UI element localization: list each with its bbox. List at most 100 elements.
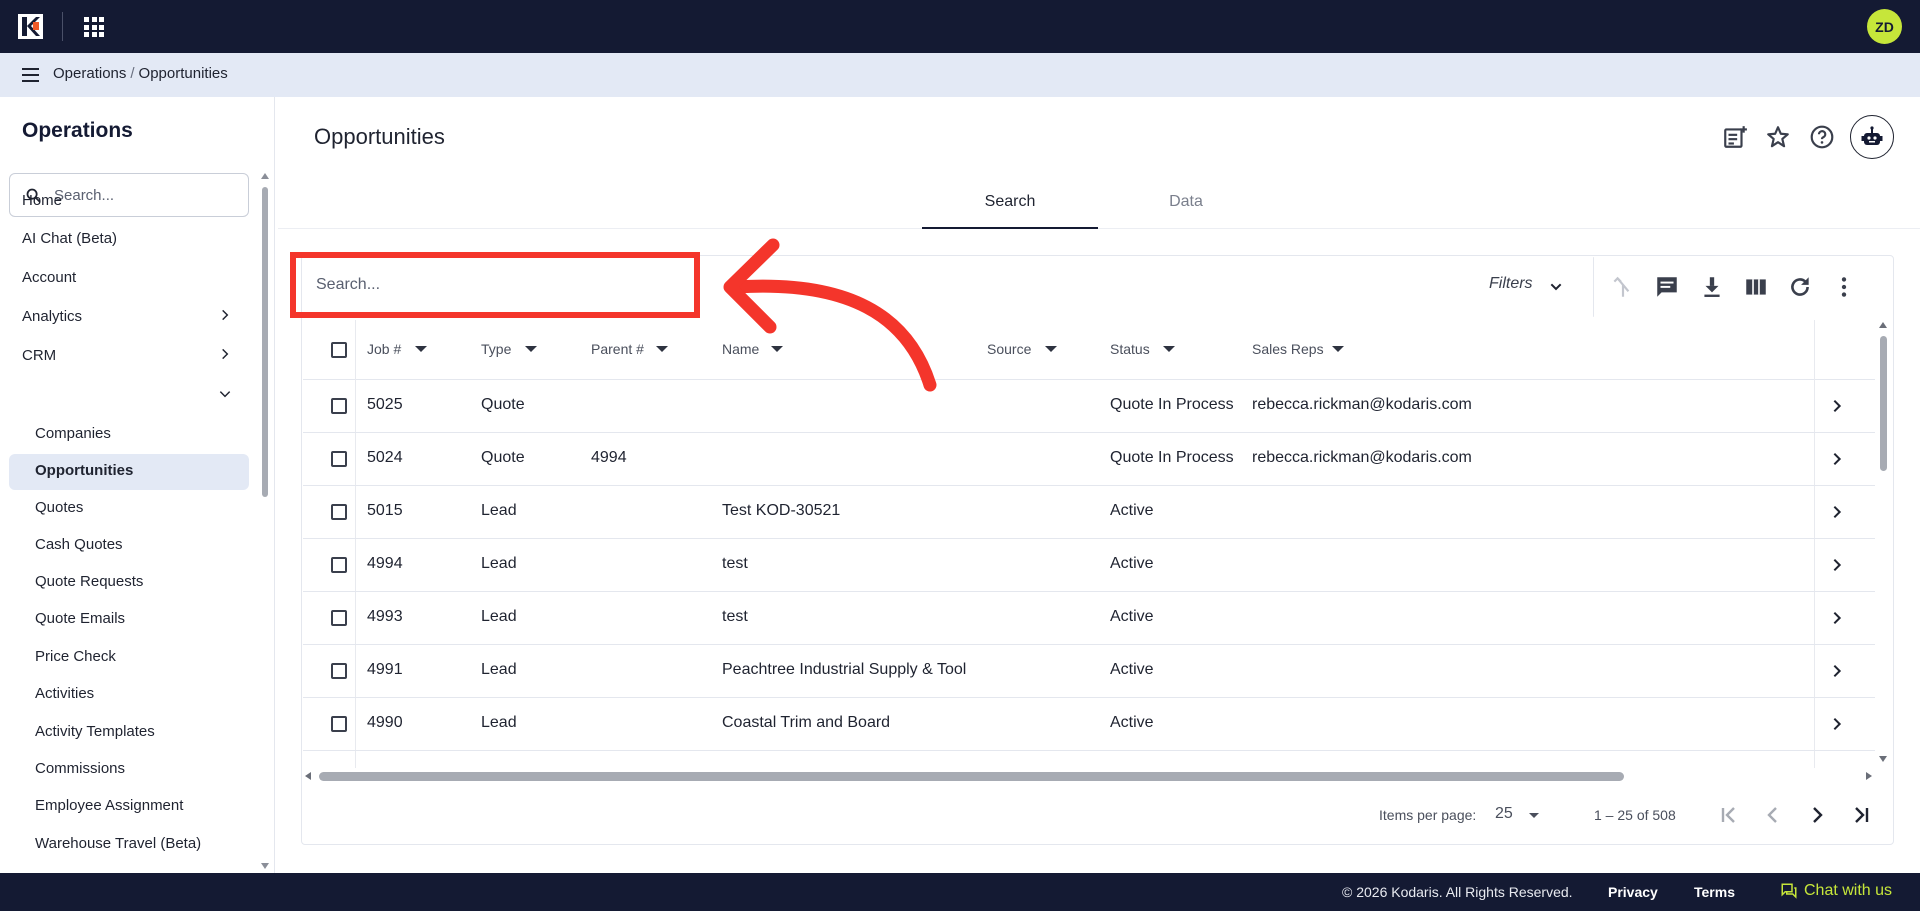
last-page-icon[interactable] — [1849, 803, 1873, 827]
sidebar-scroll-thumb[interactable] — [262, 187, 268, 497]
sidebar-item-companies[interactable]: Companies — [35, 425, 111, 445]
sidebar-item-ai-chat[interactable]: AI Chat (Beta) — [22, 230, 117, 250]
sort-caret-icon[interactable] — [525, 346, 537, 352]
sidebar-item-warehouse-travel[interactable]: Warehouse Travel (Beta) — [35, 835, 201, 855]
select-all-checkbox[interactable] — [331, 342, 347, 358]
terms-link[interactable]: Terms — [1694, 884, 1735, 900]
sort-caret-icon[interactable] — [1332, 346, 1344, 352]
refresh-icon[interactable] — [1787, 274, 1813, 300]
sort-caret-icon[interactable] — [415, 346, 427, 352]
chevron-right-icon[interactable] — [1829, 716, 1845, 732]
table-row[interactable]: 5024 Quote 4994 Quote In Process rebecca… — [303, 433, 1875, 486]
sidebar-scrollbar[interactable] — [259, 173, 271, 873]
grid-horizontal-scroll-thumb[interactable] — [319, 772, 1624, 781]
cell-name: test — [722, 555, 748, 572]
column-header-type[interactable]: Type — [481, 341, 511, 357]
row-checkbox[interactable] — [331, 557, 347, 573]
chevron-right-icon[interactable] — [1829, 663, 1845, 679]
merge-icon[interactable] — [1610, 274, 1636, 300]
more-vertical-icon[interactable] — [1831, 274, 1857, 300]
table-row[interactable]: 4991 Lead Peachtree Industrial Supply & … — [303, 645, 1875, 698]
privacy-link[interactable]: Privacy — [1608, 884, 1658, 900]
kodaris-logo[interactable] — [18, 14, 43, 39]
sidebar-item-opportunities[interactable]: Opportunities — [35, 462, 133, 482]
chevron-right-icon[interactable] — [1829, 557, 1845, 573]
apps-grid-icon[interactable] — [84, 17, 104, 37]
sidebar-item-activities[interactable]: Activities — [35, 685, 94, 705]
sidebar-item-commissions[interactable]: Commissions — [35, 760, 125, 780]
tab-search[interactable]: Search — [922, 184, 1098, 229]
hamburger-menu-icon[interactable] — [22, 68, 39, 82]
sidebar-item-crm[interactable]: CRM — [22, 347, 56, 367]
breadcrumb-root[interactable]: Operations — [53, 65, 126, 82]
filters-button[interactable]: Filters — [1489, 275, 1533, 293]
sidebar-item-home[interactable]: Home — [22, 192, 62, 212]
sidebar-item-account[interactable]: Account — [22, 269, 76, 289]
sidebar-item-activity-templates[interactable]: Activity Templates — [35, 723, 155, 743]
sidebar-search-input[interactable] — [54, 184, 234, 206]
row-checkbox[interactable] — [331, 451, 347, 467]
sort-caret-icon[interactable] — [1045, 346, 1057, 352]
chevron-right-icon[interactable] — [1829, 610, 1845, 626]
scroll-up-arrow-icon[interactable] — [1879, 322, 1887, 328]
sort-caret-icon[interactable] — [656, 346, 668, 352]
row-checkbox[interactable] — [331, 663, 347, 679]
chevron-down-icon[interactable] — [1548, 279, 1564, 295]
sidebar-item-quote-emails[interactable]: Quote Emails — [35, 610, 125, 630]
scroll-right-arrow-icon[interactable] — [1866, 772, 1872, 780]
column-header-sales-reps[interactable]: Sales Reps — [1252, 341, 1324, 357]
sidebar-item-employee-assignment[interactable]: Employee Assignment — [35, 797, 183, 817]
scroll-up-arrow-icon[interactable] — [261, 173, 269, 179]
dropdown-caret-icon[interactable] — [1529, 813, 1539, 818]
ai-assistant-button[interactable] — [1850, 115, 1894, 159]
chevron-right-icon[interactable] — [1829, 398, 1845, 414]
sidebar-item-price-check[interactable]: Price Check — [35, 648, 116, 668]
sidebar-item-analytics[interactable]: Analytics — [22, 308, 82, 328]
next-page-icon[interactable] — [1805, 803, 1829, 827]
tab-data[interactable]: Data — [1098, 184, 1274, 229]
row-checkbox[interactable] — [331, 504, 347, 520]
chevron-right-icon[interactable] — [218, 308, 232, 322]
column-header-parent[interactable]: Parent # — [591, 341, 644, 357]
sort-caret-icon[interactable] — [1163, 346, 1175, 352]
grid-vertical-scroll-thumb[interactable] — [1880, 336, 1887, 471]
comment-icon[interactable] — [1654, 274, 1680, 300]
sidebar-item-quotes[interactable]: Quotes — [35, 499, 83, 519]
scroll-down-arrow-icon[interactable] — [1879, 756, 1887, 762]
grid-vertical-scrollbar[interactable] — [1876, 320, 1890, 765]
sidebar-item-quote-requests[interactable]: Quote Requests — [35, 573, 143, 593]
chevron-right-icon[interactable] — [1829, 504, 1845, 520]
help-icon[interactable] — [1809, 124, 1835, 150]
user-avatar[interactable]: ZD — [1867, 9, 1902, 44]
column-header-job[interactable]: Job # — [367, 341, 401, 357]
chevron-right-icon[interactable] — [1829, 451, 1845, 467]
row-checkbox[interactable] — [331, 398, 347, 414]
table-row[interactable]: 5025 Quote Quote In Process rebecca.rick… — [303, 380, 1875, 433]
table-row[interactable]: 4994 Lead test Active — [303, 539, 1875, 592]
items-per-page-select[interactable]: 25 — [1495, 805, 1513, 823]
download-icon[interactable] — [1699, 274, 1725, 300]
columns-icon[interactable] — [1743, 274, 1769, 300]
table-row[interactable]: 5015 Lead Test KOD-30521 Active — [303, 486, 1875, 539]
chat-with-us-button[interactable]: Chat with us — [1780, 882, 1892, 900]
sort-caret-icon[interactable] — [771, 346, 783, 352]
sidebar-item-cash-quotes[interactable]: Cash Quotes — [35, 536, 123, 556]
add-note-icon[interactable] — [1722, 124, 1748, 150]
row-checkbox[interactable] — [331, 716, 347, 732]
cell-job: 4993 — [367, 608, 403, 625]
chevron-down-icon[interactable] — [218, 387, 232, 401]
column-header-status[interactable]: Status — [1110, 341, 1150, 357]
column-header-source[interactable]: Source — [987, 341, 1031, 357]
previous-page-icon[interactable] — [1761, 803, 1785, 827]
first-page-icon[interactable] — [1717, 803, 1741, 827]
scroll-left-arrow-icon[interactable] — [305, 772, 311, 780]
column-header-name[interactable]: Name — [722, 341, 759, 357]
row-checkbox[interactable] — [331, 610, 347, 626]
scroll-down-arrow-icon[interactable] — [261, 863, 269, 869]
grid-horizontal-scrollbar[interactable] — [303, 768, 1875, 784]
grid-search-input[interactable] — [316, 274, 676, 296]
star-icon[interactable] — [1765, 124, 1791, 150]
table-row[interactable]: 4990 Lead Coastal Trim and Board Active — [303, 698, 1875, 751]
chevron-right-icon[interactable] — [218, 347, 232, 361]
table-row[interactable]: 4993 Lead test Active — [303, 592, 1875, 645]
